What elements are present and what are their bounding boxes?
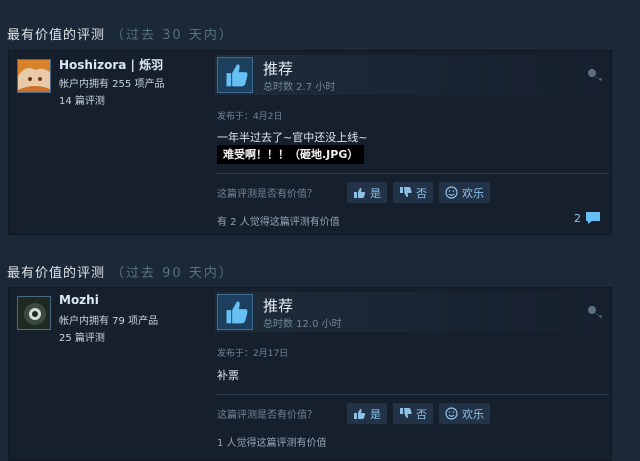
posted-date: 发布于：4月2日 — [217, 112, 283, 122]
vote-yes-button[interactable]: 是 — [347, 182, 387, 203]
section-heading: 最有价值的评测 （过去 30 天内） — [7, 24, 234, 43]
helpful-count: 1 人觉得这篇评测有价值 — [217, 438, 327, 449]
thumbs-up-icon — [354, 409, 366, 419]
vote-yes-button[interactable]: 是 — [347, 403, 387, 424]
thumbs-up-icon — [217, 57, 253, 93]
verdict-label: 推荐 — [263, 60, 294, 78]
playtime: 总时数 2.7 小时 — [263, 82, 336, 93]
posted-date: 发布于：2月17日 — [217, 349, 289, 359]
thumbs-down-icon — [400, 408, 412, 418]
vote-funny-button[interactable]: 欢乐 — [439, 182, 490, 203]
section-title: 最有价值的评测 — [7, 28, 106, 43]
helpful-count: 有 2 人觉得这篇评测有价值 — [217, 217, 340, 228]
thumbs-up-icon — [217, 294, 253, 330]
thumbs-up-icon — [354, 188, 366, 198]
verdict-label: 推荐 — [263, 297, 294, 315]
review-count[interactable]: 14 篇评测 — [59, 92, 105, 107]
username[interactable]: Mozhi — [59, 293, 99, 307]
vote-yes-label: 是 — [370, 186, 381, 200]
section-title: 最有价值的评测 — [7, 266, 106, 281]
smiley-icon — [445, 186, 458, 199]
section-period: （过去 90 天内） — [111, 266, 234, 281]
key-icon[interactable] — [587, 68, 603, 82]
username[interactable]: Hoshizora | 烁羽 — [59, 56, 163, 73]
avatar[interactable] — [17, 59, 51, 93]
review-card: Hoshizora | 烁羽 帐户内拥有 255 项产品 14 篇评测 推荐 总… — [8, 50, 612, 235]
section-period: （过去 30 天内） — [111, 28, 234, 43]
products-owned[interactable]: 帐户内拥有 255 项产品 — [59, 75, 164, 90]
vote-no-label: 否 — [416, 407, 427, 421]
thumbs-down-icon — [400, 187, 412, 197]
review-count[interactable]: 25 篇评测 — [59, 329, 105, 344]
verdict-header[interactable]: 推荐 总时数 12.0 小时 — [215, 292, 609, 332]
divider — [215, 394, 609, 395]
section-heading: 最有价值的评测 （过去 90 天内） — [7, 262, 234, 281]
spoiler-text[interactable]: 难受啊！！！（砸地.JPG） — [217, 145, 365, 164]
comment-icon — [586, 212, 600, 224]
vote-funny-button[interactable]: 欢乐 — [439, 403, 490, 424]
comment-count: 2 — [574, 211, 581, 225]
review-card: Mozhi 帐户内拥有 79 项产品 25 篇评测 推荐 总时数 12.0 小时… — [8, 287, 612, 461]
review-body: 一年半过去了~官中还没上线~ — [217, 131, 368, 144]
vote-funny-label: 欢乐 — [462, 186, 484, 200]
review-body: 补票 — [217, 369, 239, 382]
playtime: 总时数 12.0 小时 — [263, 319, 342, 330]
smiley-icon — [445, 407, 458, 420]
key-icon[interactable] — [587, 305, 603, 319]
helpful-question: 这篇评测是否有价值？ — [217, 189, 317, 200]
verdict-header[interactable]: 推荐 总时数 2.7 小时 — [215, 55, 609, 95]
vote-no-button[interactable]: 否 — [393, 182, 433, 203]
review-content: 推荐 总时数 2.7 小时 发布于：4月2日 一年半过去了~官中还没上线~ 难受… — [215, 51, 611, 234]
divider — [215, 173, 609, 174]
vote-no-label: 否 — [416, 186, 427, 200]
avatar[interactable] — [17, 296, 51, 330]
vote-funny-label: 欢乐 — [462, 407, 484, 421]
helpful-question: 这篇评测是否有价值？ — [217, 410, 317, 421]
comments-link[interactable]: 2 — [574, 211, 601, 225]
review-content: 推荐 总时数 12.0 小时 发布于：2月17日 补票 这篇评测是否有价值？ 是… — [215, 288, 611, 460]
vote-yes-label: 是 — [370, 407, 381, 421]
vote-no-button[interactable]: 否 — [393, 403, 433, 424]
products-owned[interactable]: 帐户内拥有 79 项产品 — [59, 312, 158, 327]
